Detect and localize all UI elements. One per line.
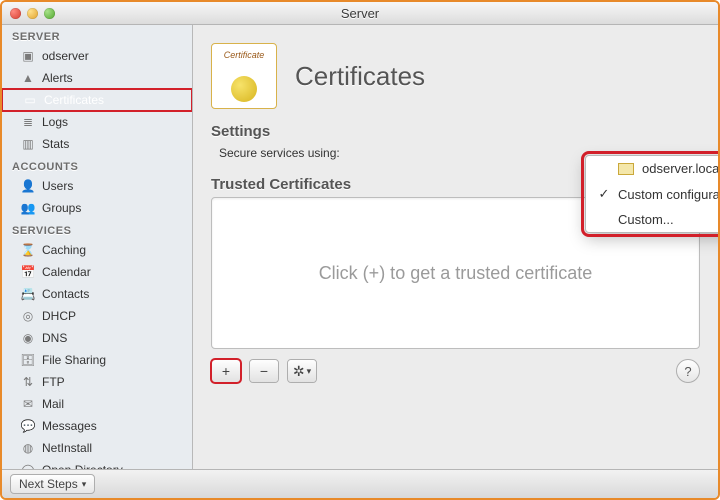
logs-icon: ≣ — [20, 114, 36, 130]
checkmark-icon: ✓ — [598, 186, 610, 202]
sidebar-item-calendar[interactable]: 📅 Calendar — [2, 261, 192, 283]
sidebar-section-services: SERVICES — [2, 219, 192, 239]
sidebar-item-caching[interactable]: ⌛ Caching — [2, 239, 192, 261]
sidebar-item-label: Messages — [42, 419, 97, 433]
secure-services-label: Secure services using: — [219, 146, 340, 160]
certificate-icon — [618, 163, 634, 175]
action-menu-group: ✲ ▾ — [287, 359, 317, 383]
sidebar-item-certificates[interactable]: ▭ Certificates — [2, 89, 192, 111]
next-steps-button[interactable]: Next Steps ▾ — [10, 474, 95, 494]
secure-services-dropdown[interactable]: odserver.local - Self-signed ✓ Custom co… — [585, 155, 720, 233]
ftp-icon: ⇅ — [20, 374, 36, 390]
settings-heading: Settings — [211, 123, 700, 140]
sidebar-item-label: Certificates — [44, 93, 104, 107]
certificates-badge-icon: Certificate — [211, 43, 277, 109]
help-button[interactable]: ? — [676, 359, 700, 383]
add-button[interactable]: + — [212, 360, 240, 382]
chevron-down-icon: ▾ — [307, 367, 312, 376]
sidebar-item-label: FTP — [42, 375, 65, 389]
dropdown-option-self-signed[interactable]: odserver.local - Self-signed — [586, 156, 720, 181]
server-icon: ▣ — [20, 48, 36, 64]
messages-icon: 💬 — [20, 418, 36, 434]
dns-icon: ◉ — [20, 330, 36, 346]
sidebar-item-label: Users — [42, 179, 73, 193]
sidebar: SERVER ▣ odserver ▲ Alerts ▭ Certificate… — [2, 25, 193, 471]
sidebar-item-alerts[interactable]: ▲ Alerts — [2, 67, 192, 89]
calendar-icon: 📅 — [20, 264, 36, 280]
next-steps-label: Next Steps — [19, 477, 78, 491]
window-title: Server — [2, 6, 718, 21]
caching-icon: ⌛ — [20, 242, 36, 258]
mail-icon: ✉ — [20, 396, 36, 412]
sidebar-section-accounts: ACCOUNTS — [2, 155, 192, 175]
action-menu-button[interactable]: ✲ ▾ — [288, 360, 316, 382]
sidebar-item-label: odserver — [42, 49, 89, 63]
sidebar-item-label: Calendar — [42, 265, 91, 279]
chevron-down-icon: ▾ — [82, 479, 87, 490]
sidebar-item-label: File Sharing — [42, 353, 106, 367]
sidebar-item-label: Contacts — [42, 287, 89, 301]
filesharing-icon: 🗄 — [20, 352, 36, 368]
dropdown-option-label: Custom... — [618, 212, 674, 227]
certificate-icon: ▭ — [22, 92, 38, 108]
user-icon: 👤 — [20, 178, 36, 194]
sidebar-item-label: Alerts — [42, 71, 73, 85]
sidebar-item-label: Caching — [42, 243, 86, 257]
sidebar-item-netinstall[interactable]: ◍ NetInstall — [2, 437, 192, 459]
sidebar-item-dns[interactable]: ◉ DNS — [2, 327, 192, 349]
group-icon: 👥 — [20, 200, 36, 216]
alert-icon: ▲ — [20, 70, 36, 86]
help-icon: ? — [684, 364, 691, 379]
sidebar-item-stats[interactable]: ▥ Stats — [2, 133, 192, 155]
stats-icon: ▥ — [20, 136, 36, 152]
sidebar-item-label: DHCP — [42, 309, 76, 323]
remove-button-group: − — [249, 359, 279, 383]
sidebar-item-logs[interactable]: ≣ Logs — [2, 111, 192, 133]
sidebar-item-label: Logs — [42, 115, 68, 129]
sidebar-item-label: Mail — [42, 397, 64, 411]
titlebar: Server — [2, 2, 718, 25]
add-button-group: + — [211, 359, 241, 383]
main-pane: Certificate Certificates Settings Secure… — [193, 25, 718, 471]
netinstall-icon: ◍ — [20, 440, 36, 456]
sidebar-item-label: Groups — [42, 201, 81, 215]
dhcp-icon: ◎ — [20, 308, 36, 324]
bottom-bar: Next Steps ▾ — [2, 469, 718, 498]
certificates-toolbar: + − ✲ ▾ ? — [211, 359, 700, 383]
sidebar-item-label: Stats — [42, 137, 69, 151]
remove-button[interactable]: − — [250, 360, 278, 382]
sidebar-item-groups[interactable]: 👥 Groups — [2, 197, 192, 219]
dropdown-option-label: odserver.local - Self-signed — [642, 161, 720, 176]
sidebar-item-label: NetInstall — [42, 441, 92, 455]
dropdown-option-label: Custom configuration — [618, 187, 720, 202]
sidebar-item-filesharing[interactable]: 🗄 File Sharing — [2, 349, 192, 371]
dropdown-option-custom-config[interactable]: ✓ Custom configuration — [586, 181, 720, 207]
sidebar-item-odserver[interactable]: ▣ odserver — [2, 45, 192, 67]
sidebar-item-contacts[interactable]: 📇 Contacts — [2, 283, 192, 305]
contacts-icon: 📇 — [20, 286, 36, 302]
trusted-certificates-placeholder: Click (+) to get a trusted certificate — [319, 263, 593, 284]
page-title: Certificates — [295, 61, 425, 92]
sidebar-section-server: SERVER — [2, 25, 192, 45]
sidebar-item-dhcp[interactable]: ◎ DHCP — [2, 305, 192, 327]
sidebar-item-users[interactable]: 👤 Users — [2, 175, 192, 197]
sidebar-item-messages[interactable]: 💬 Messages — [2, 415, 192, 437]
gear-icon: ✲ — [293, 364, 305, 378]
sidebar-item-ftp[interactable]: ⇅ FTP — [2, 371, 192, 393]
app-window: Server SERVER ▣ odserver ▲ Alerts ▭ Cert… — [0, 0, 720, 500]
sidebar-item-label: DNS — [42, 331, 67, 345]
dropdown-option-custom[interactable]: Custom... — [586, 207, 720, 232]
sidebar-item-mail[interactable]: ✉ Mail — [2, 393, 192, 415]
